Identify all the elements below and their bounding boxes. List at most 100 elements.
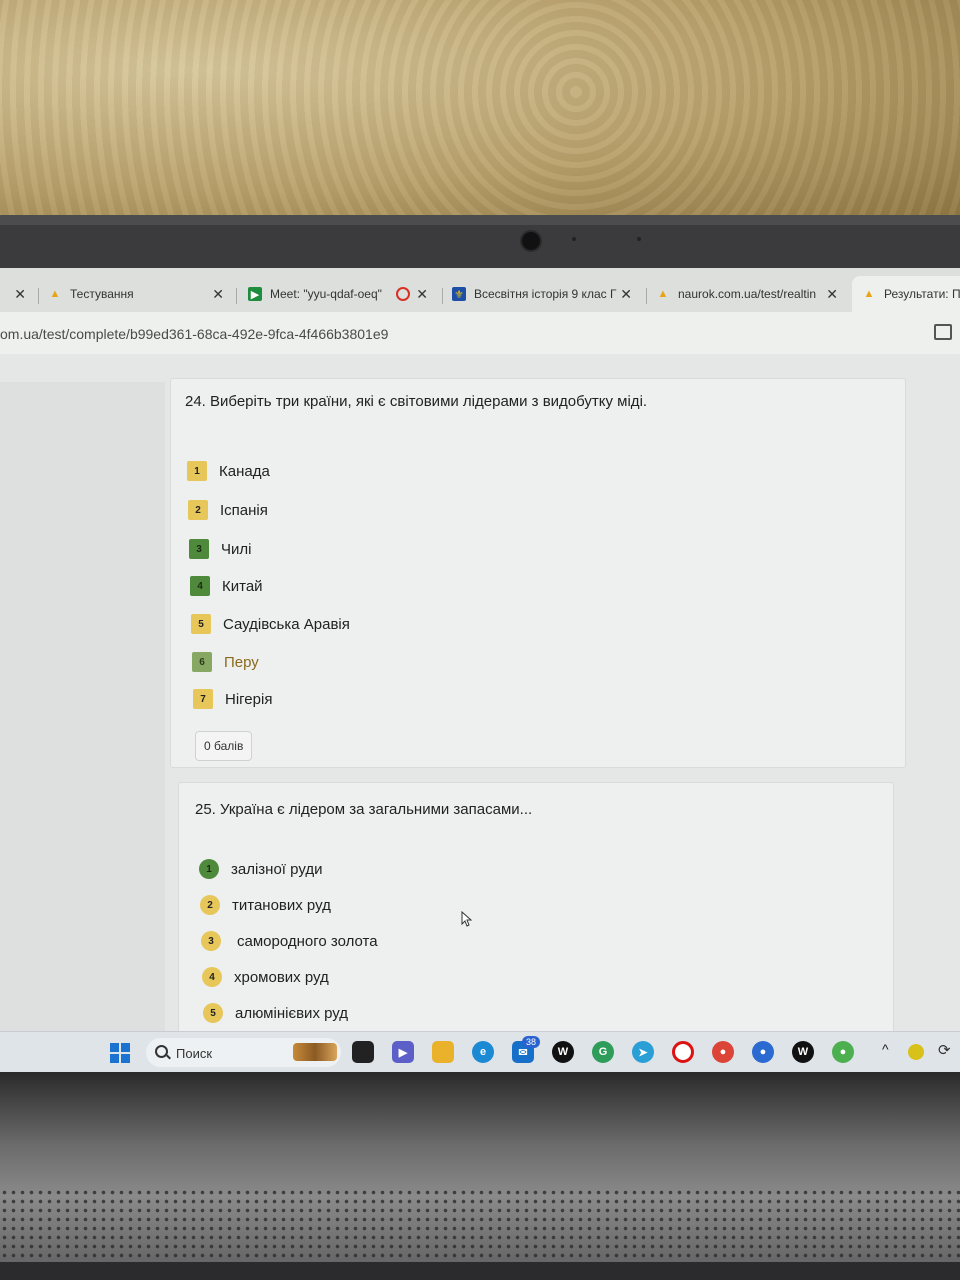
option-number: 6: [192, 652, 212, 672]
chrome-icon[interactable]: ●: [712, 1041, 734, 1063]
answer-option: 6 Перу: [192, 652, 259, 672]
chrome-profile-icon[interactable]: G: [592, 1041, 614, 1063]
page-content: 24. Виберіть три країни, які є світовими…: [0, 354, 960, 1072]
chrome-green-icon[interactable]: ●: [832, 1041, 854, 1063]
option-number: 5: [191, 614, 211, 634]
tray-sync-icon[interactable]: ⟳: [938, 1041, 951, 1059]
option-text: самородного золота: [237, 932, 378, 950]
tab-results[interactable]: ▲ Результати: Пе: [852, 276, 960, 312]
tab-label: Meet: "yyu-qdaf-oeq": [270, 287, 382, 301]
answer-option: 3 самородного золота: [201, 931, 378, 951]
close-icon[interactable]: ✕: [14, 286, 26, 303]
option-text: Нігерія: [225, 690, 273, 708]
tab-label: Всесвітня історія 9 клас Г: [474, 287, 617, 301]
answer-option: 1 Канада: [187, 461, 270, 481]
tab-meet[interactable]: ▶ Meet: "yyu-qdaf-oeq" ✕: [248, 276, 430, 312]
url-text[interactable]: om.ua/test/complete/b99ed361-68ca-492e-9…: [0, 326, 388, 342]
option-number: 7: [193, 689, 213, 709]
tray-app-icon[interactable]: [908, 1044, 924, 1060]
question-title: 24. Виберіть три країни, які є світовими…: [185, 393, 648, 410]
search-placeholder: Поиск: [176, 1046, 213, 1061]
answer-option: 4 Китай: [190, 576, 263, 596]
close-icon[interactable]: ✕: [620, 286, 632, 303]
wps-alt-icon[interactable]: W: [792, 1041, 814, 1063]
keyboard-top-row: [0, 1262, 960, 1280]
option-number: 1: [187, 461, 207, 481]
option-text: Канада: [219, 462, 270, 480]
tab-history[interactable]: ⚜ Всесвітня історія 9 клас Г ✕: [452, 276, 634, 312]
tab-label: Тестування: [70, 287, 134, 301]
edge-icon[interactable]: e: [472, 1041, 494, 1063]
tab-previous[interactable]: ✕: [8, 276, 38, 312]
wps-icon[interactable]: W: [552, 1041, 574, 1063]
option-text: Іспанія: [220, 501, 268, 519]
meet-icon: ▶: [248, 287, 262, 301]
answer-option: 3 Чилі: [189, 539, 251, 559]
tab-testing[interactable]: ▲ Тестування ✕: [48, 276, 228, 312]
laptop-bezel-edge: [0, 215, 960, 225]
camera-sensor: [572, 237, 576, 241]
taskbar: Поиск ▶ e ✉ W G ➤ ● ● W ● ^ ⟳: [0, 1031, 960, 1073]
close-icon[interactable]: ✕: [826, 286, 838, 303]
tab-bar: ✕ ▲ Тестування ✕ ▶ Meet: "yyu-qdaf-oeq" …: [0, 268, 960, 312]
telegram-icon[interactable]: ➤: [632, 1041, 654, 1063]
search-highlight-icon: [293, 1043, 337, 1061]
naurok-icon: ▲: [863, 288, 875, 300]
answer-option: 1 залізної руди: [199, 859, 322, 879]
search-box[interactable]: Поиск: [146, 1038, 341, 1067]
address-bar[interactable]: om.ua/test/complete/b99ed361-68ca-492e-9…: [0, 312, 960, 355]
tab-label: naurok.com.ua/test/realtin: [678, 287, 817, 301]
opera-icon[interactable]: [672, 1041, 694, 1063]
camera-sensor: [637, 237, 641, 241]
speaker-grille: [0, 1188, 960, 1258]
question-title: 25. Україна є лідером за загальними запа…: [195, 801, 533, 818]
webcam: [520, 230, 542, 252]
option-number: 2: [188, 500, 208, 520]
score-badge: 0 балів: [195, 731, 253, 761]
teams-icon[interactable]: ▶: [392, 1041, 414, 1063]
chrome-alt-icon[interactable]: ●: [752, 1041, 774, 1063]
answer-option: 5 Саудівська Аравія: [191, 614, 350, 634]
close-icon[interactable]: ✕: [416, 286, 428, 303]
background-wall: [0, 0, 960, 230]
option-number: 3: [189, 539, 209, 559]
option-number: 5: [203, 1003, 223, 1023]
option-text: Саудівська Аравія: [223, 615, 350, 633]
question-card-25: 25. Україна є лідером за загальними запа…: [178, 782, 894, 1072]
answer-option: 4 хромових руд: [202, 967, 329, 987]
option-number: 2: [200, 895, 220, 915]
ukraine-emblem-icon: ⚜: [452, 287, 466, 301]
recording-icon: [395, 287, 410, 301]
option-text: залізної руди: [231, 860, 323, 878]
left-panel: [0, 382, 165, 1072]
screen: ✕ ▲ Тестування ✕ ▶ Meet: "yyu-qdaf-oeq" …: [0, 268, 960, 1072]
task-view-icon[interactable]: [352, 1041, 374, 1063]
option-number: 4: [190, 576, 210, 596]
windows-start-icon[interactable]: [110, 1043, 130, 1063]
tab-label: Результати: Пе: [884, 287, 960, 301]
file-explorer-icon[interactable]: [432, 1041, 454, 1063]
option-text: Китай: [222, 577, 263, 595]
naurok-icon: ▲: [657, 288, 669, 300]
answer-option: 5 алюмінієвих руд: [203, 1003, 348, 1023]
install-app-icon[interactable]: [934, 324, 952, 340]
answer-option: 2 титанових руд: [200, 895, 331, 915]
tab-naurok-realtime[interactable]: ▲ naurok.com.ua/test/realtin ✕: [656, 276, 838, 312]
close-icon[interactable]: ✕: [212, 286, 224, 303]
search-icon: [155, 1045, 168, 1058]
mail-count-badge: 38: [522, 1036, 541, 1048]
option-number: 3: [201, 931, 221, 951]
tray-chevron-up-icon[interactable]: ^: [882, 1041, 889, 1057]
mouse-cursor-icon: [461, 911, 473, 927]
option-text: Чилі: [221, 540, 252, 558]
naurok-icon: ▲: [49, 288, 61, 300]
answer-option: 7 Нігерія: [193, 689, 272, 709]
question-card-24: 24. Виберіть три країни, які є світовими…: [170, 378, 906, 768]
option-text: алюмінієвих руд: [235, 1004, 349, 1022]
option-number: 4: [202, 967, 222, 987]
answer-option: 2 Іспанія: [188, 500, 268, 520]
option-text: хромових руд: [234, 968, 329, 986]
option-number: 1: [199, 859, 219, 879]
option-text: титанових руд: [232, 896, 331, 914]
option-text: Перу: [224, 653, 259, 671]
